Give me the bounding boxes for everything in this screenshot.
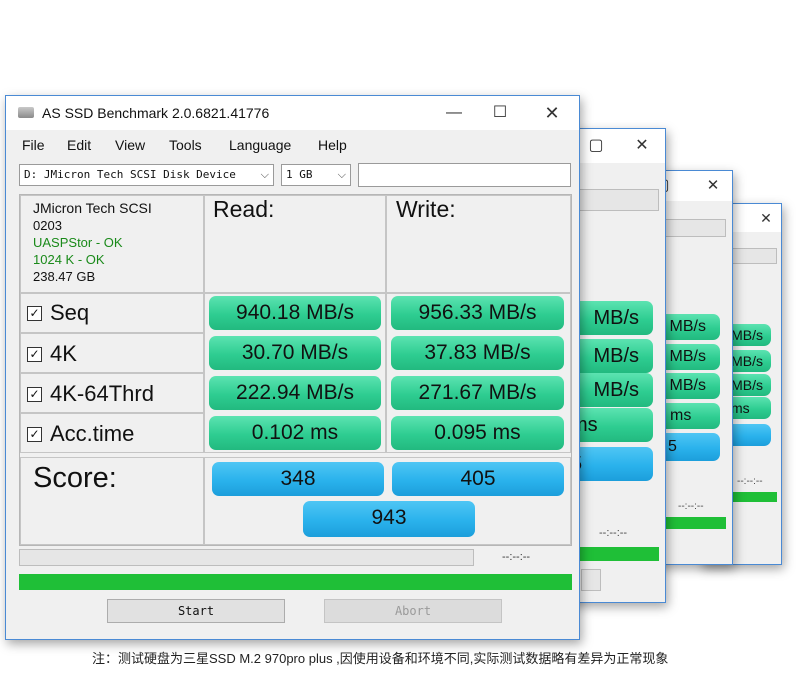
write-4k-result: 37.83 MB/s xyxy=(391,336,564,370)
menu-edit[interactable]: Edit xyxy=(67,137,91,153)
abort-button[interactable]: Abort xyxy=(324,599,502,623)
menu-file[interactable]: File xyxy=(22,137,45,153)
read-4k-result: 30.70 MB/s xyxy=(209,336,381,370)
read-acc-result: 0.102 ms xyxy=(209,416,381,450)
size-select[interactable]: 1 GB ⌵ xyxy=(281,164,351,186)
checkbox-4k[interactable]: ✓ xyxy=(27,346,42,362)
device-capacity: 238.47 GB xyxy=(33,269,96,284)
timer: --:--:-- xyxy=(737,476,763,487)
row-4k64-label-cell: ✓ 4K-64Thrd xyxy=(20,373,204,413)
close-icon[interactable]: ✕ xyxy=(698,171,728,201)
menu-help[interactable]: Help xyxy=(318,137,347,153)
score-total: 943 xyxy=(303,501,475,537)
minimize-icon[interactable]: — xyxy=(434,96,474,130)
row-seq-label[interactable]: ✓ Seq xyxy=(27,300,89,326)
checkbox-4k64[interactable]: ✓ xyxy=(27,386,42,402)
timer: --:--:-- xyxy=(678,501,704,512)
read-4k64-result: 222.94 MB/s xyxy=(209,376,381,410)
checkbox-seq[interactable]: ✓ xyxy=(27,305,42,321)
checkbox-acc[interactable]: ✓ xyxy=(27,426,42,442)
maximize-icon[interactable]: ☐ xyxy=(480,96,520,130)
minimize-icon[interactable]: ▢ xyxy=(581,129,611,163)
score-write: 405 xyxy=(392,462,564,496)
close-icon[interactable]: ✕ xyxy=(625,129,659,163)
menu-bar: File Edit View Tools Language Help xyxy=(6,134,579,158)
title-bar: AS SSD Benchmark 2.0.6821.41776 — ☐ ✕ xyxy=(6,96,579,130)
device-alignment: 1024 K - OK xyxy=(33,252,105,267)
row-4k-label-cell: ✓ 4K xyxy=(20,333,204,373)
write-header-cell: Write: xyxy=(386,195,571,293)
row-acc-label-cell: ✓ Acc.time xyxy=(20,413,204,453)
chevron-down-icon: ⌵ xyxy=(337,168,346,181)
menu-tools[interactable]: Tools xyxy=(169,137,202,153)
text-field[interactable] xyxy=(358,163,571,187)
abort-button[interactable] xyxy=(581,569,601,591)
menu-language[interactable]: Language xyxy=(229,137,291,153)
device-name: JMicron Tech SCSI xyxy=(33,200,152,216)
drive-select[interactable]: D: JMicron Tech SCSI Disk Device ⌵ xyxy=(19,164,274,186)
device-info-panel: JMicron Tech SCSI 0203 UASPStor - OK 102… xyxy=(20,195,204,293)
row-4k-label[interactable]: ✓ 4K xyxy=(27,341,77,367)
write-4k64-result: 271.67 MB/s xyxy=(391,376,564,410)
timer: --:--:-- xyxy=(599,527,628,539)
progress-bar-secondary xyxy=(19,549,474,566)
row-acc-label[interactable]: ✓ Acc.time xyxy=(27,421,134,447)
device-firmware: 0203 xyxy=(33,218,62,233)
benchmark-window-main: AS SSD Benchmark 2.0.6821.41776 — ☐ ✕ Fi… xyxy=(5,95,580,640)
score-read: 348 xyxy=(212,462,384,496)
close-icon[interactable]: ✕ xyxy=(532,96,572,130)
score-label-cell: Score: xyxy=(20,457,204,545)
score-label: Score: xyxy=(33,462,117,494)
device-driver: UASPStor - OK xyxy=(33,235,123,250)
chevron-down-icon: ⌵ xyxy=(260,168,269,181)
write-acc-result: 0.095 ms xyxy=(391,416,564,450)
results-grid: JMicron Tech SCSI 0203 UASPStor - OK 102… xyxy=(19,194,572,546)
menu-view[interactable]: View xyxy=(115,137,145,153)
window-title: AS SSD Benchmark 2.0.6821.41776 xyxy=(42,105,270,121)
read-header-cell: Read: xyxy=(204,195,386,293)
write-seq-result: 956.33 MB/s xyxy=(391,296,564,330)
start-button[interactable]: Start xyxy=(107,599,285,623)
row-4k64-label[interactable]: ✓ 4K-64Thrd xyxy=(27,381,154,407)
read-seq-result: 940.18 MB/s xyxy=(209,296,381,330)
disk-icon xyxy=(18,107,34,118)
write-header: Write: xyxy=(396,196,456,222)
close-icon[interactable]: ✕ xyxy=(751,204,781,232)
row-seq-label-cell: ✓ Seq xyxy=(20,293,204,333)
read-header: Read: xyxy=(213,196,275,222)
footnote: 注：测试硬盘为三星SSD M.2 970pro plus ,因使用设备和环境不同… xyxy=(92,651,669,666)
progress-bar xyxy=(19,574,572,590)
timer: --:--:-- xyxy=(502,551,531,563)
